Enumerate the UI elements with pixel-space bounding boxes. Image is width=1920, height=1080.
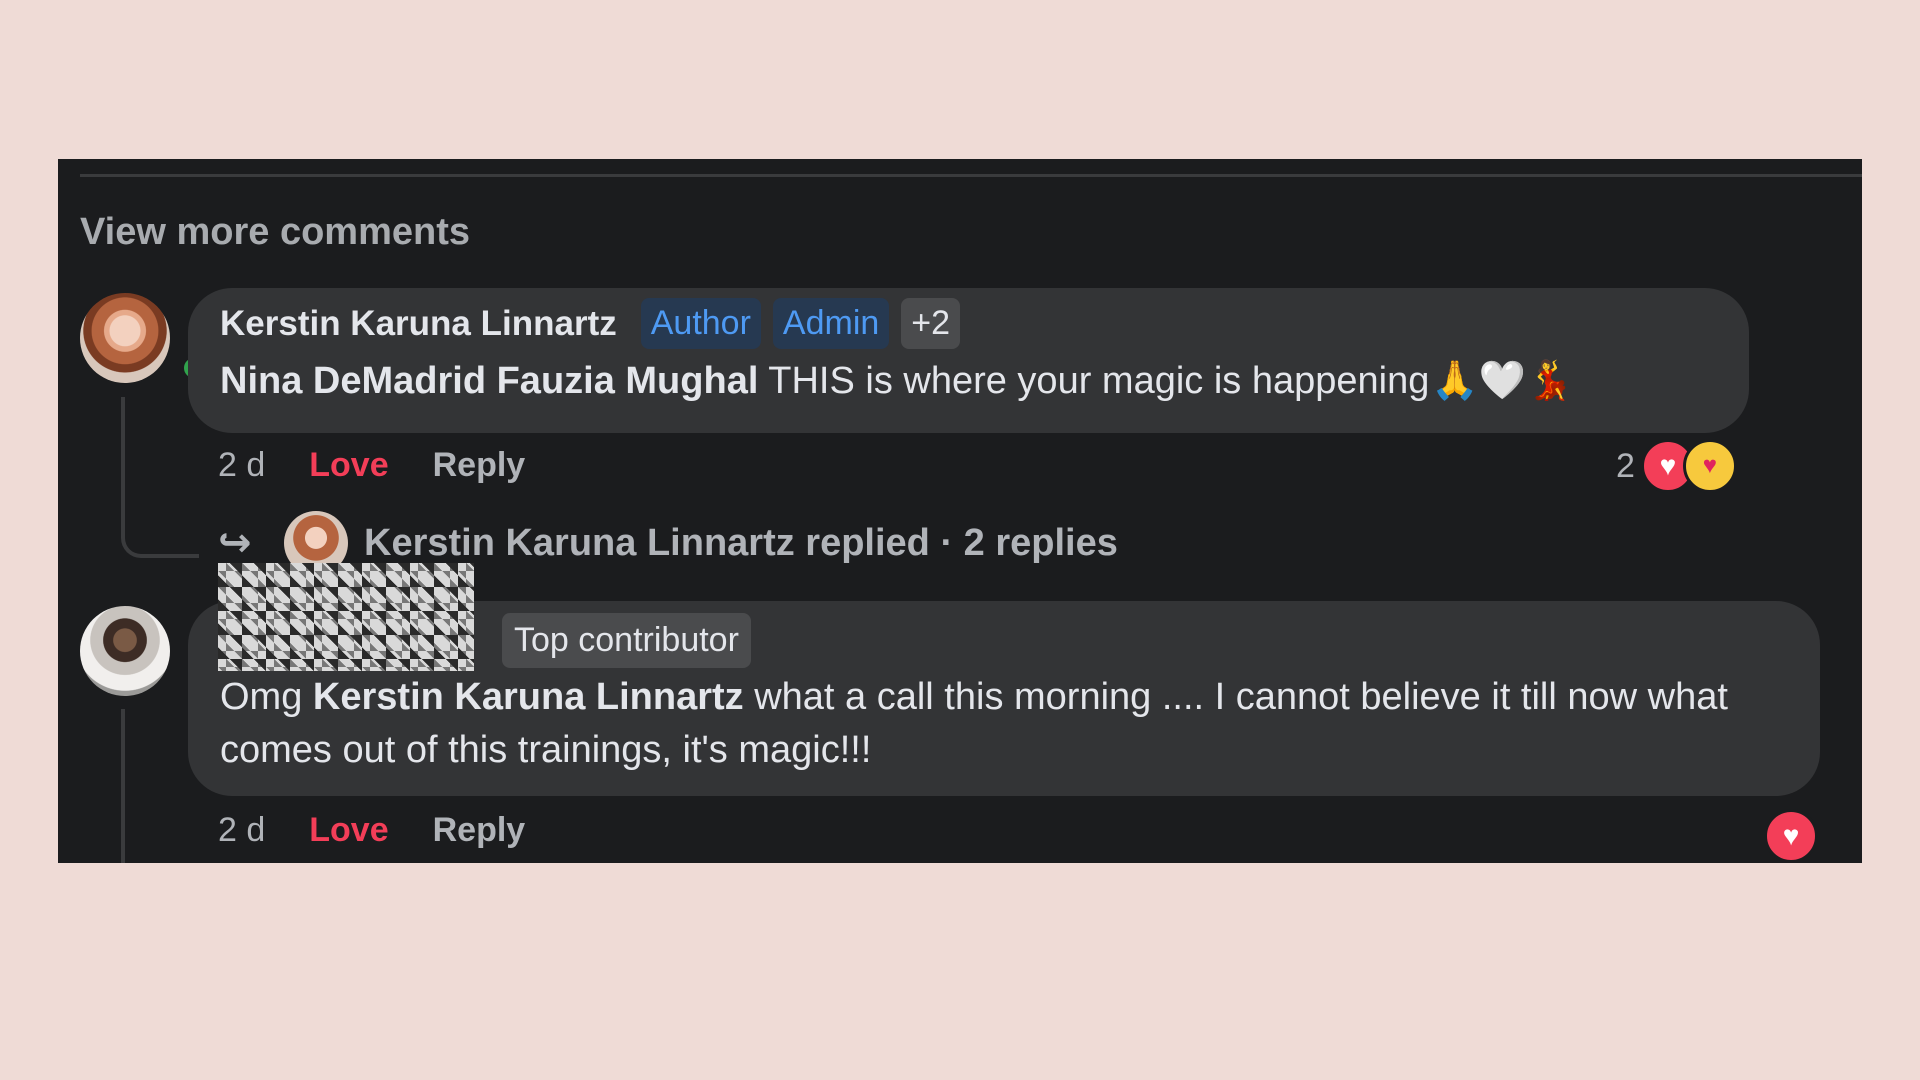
comment-actions: 2 d Love Reply [218, 811, 525, 850]
reply-arrow-icon: ↪ [218, 521, 252, 565]
comment-bubble: Kerstin Karuna Linnartz Author Admin +2 … [188, 288, 1749, 433]
comment-actions: 2 d Love Reply [218, 446, 525, 485]
thread-line [121, 397, 199, 558]
comment-text: Omg Kerstin Karuna Linnartz what a call … [220, 671, 1800, 777]
comment-text: Nina DeMadrid Fauzia Mughal THIS is wher… [220, 358, 1573, 403]
comment-header: Kerstin Karuna Linnartz Author Admin +2 [220, 298, 961, 349]
reply-button[interactable]: Reply [433, 811, 526, 850]
redacted-author-name [218, 563, 474, 671]
top-contributor-badge: Top contributor [502, 613, 751, 668]
reply-button[interactable]: Reply [433, 446, 526, 485]
comment-author[interactable]: Kerstin Karuna Linnartz [220, 304, 617, 344]
more-badges-button[interactable]: +2 [901, 298, 961, 349]
replies-summary: Kerstin Karuna Linnartz replied · 2 repl… [364, 521, 1118, 564]
comment-body: THIS is where your magic is happening [768, 360, 1430, 402]
avatar[interactable] [80, 606, 170, 696]
love-button[interactable]: Love [309, 811, 388, 850]
mention-link[interactable]: Nina DeMadrid Fauzia Mughal [220, 360, 758, 402]
thread-line [121, 709, 125, 863]
comment-prefix: Omg [220, 676, 303, 718]
author-badge: Author [640, 298, 761, 349]
heart-icon: ♥ [1764, 809, 1818, 863]
comments-panel: View more comments Kerstin Karuna Linnar… [58, 159, 1862, 863]
divider [80, 174, 1862, 177]
emoji-sequence: 🙏🤍💃 [1431, 358, 1574, 402]
love-button[interactable]: Love [309, 446, 388, 485]
reaction-summary[interactable]: ♥ [1764, 809, 1818, 863]
avatar[interactable] [80, 293, 170, 383]
care-icon: ♥ [1682, 439, 1737, 493]
reaction-summary[interactable]: 2 ♥ ♥ [1616, 439, 1737, 493]
reaction-count: 2 [1616, 446, 1635, 485]
view-more-comments-link[interactable]: View more comments [80, 211, 470, 254]
timestamp[interactable]: 2 d [218, 811, 265, 850]
timestamp[interactable]: 2 d [218, 446, 265, 485]
mention-link[interactable]: Kerstin Karuna Linnartz [313, 676, 744, 718]
admin-badge: Admin [772, 298, 890, 349]
